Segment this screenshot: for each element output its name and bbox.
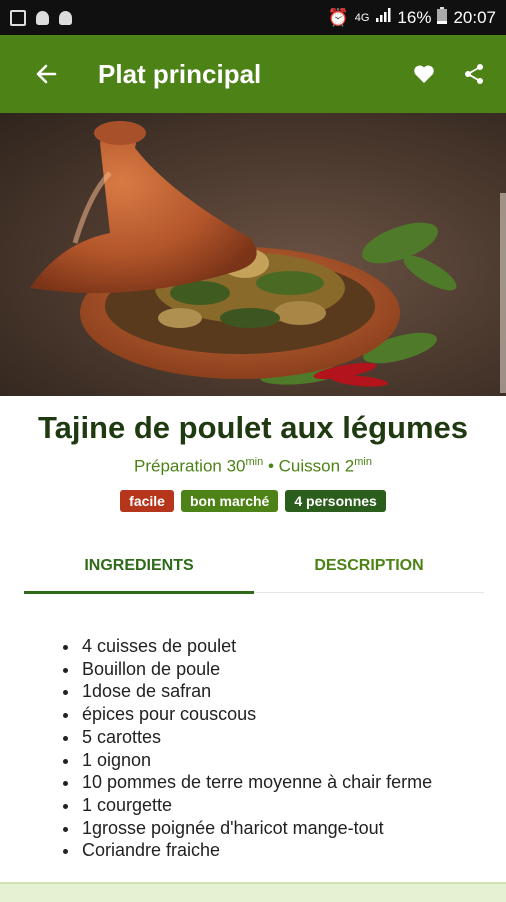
back-arrow-icon[interactable] bbox=[26, 54, 66, 94]
bottom-banner-strip bbox=[0, 882, 506, 902]
list-item: Bouillon de poule bbox=[80, 658, 432, 681]
ingredients-list: 4 cuisses de poulet Bouillon de poule 1d… bbox=[50, 635, 432, 862]
gallery-notification-icon bbox=[10, 9, 26, 26]
cook-time: Cuisson 2 bbox=[278, 456, 355, 476]
android-notification-icon-2 bbox=[59, 10, 72, 25]
clock: 20:07 bbox=[453, 7, 496, 27]
badge-servings: 4 personnes bbox=[285, 490, 386, 512]
list-item: 10 pommes de terre moyenne à chair ferme bbox=[80, 771, 432, 794]
badge-difficulty: facile bbox=[120, 490, 174, 512]
alarm-icon: ⏰ bbox=[327, 7, 349, 27]
list-item: 1grosse poignée d'haricot mange-tout bbox=[80, 817, 432, 840]
tab-bar: INGREDIENTS DESCRIPTION bbox=[24, 540, 484, 594]
favorite-heart-icon[interactable] bbox=[408, 58, 440, 90]
battery-icon bbox=[437, 6, 448, 29]
prep-unit: min bbox=[245, 456, 264, 468]
list-item: 1dose de safran bbox=[80, 680, 432, 703]
prep-time: Préparation 30 bbox=[133, 456, 246, 476]
android-notification-icon bbox=[36, 10, 49, 25]
list-item: épices pour couscous bbox=[80, 703, 432, 726]
list-item: 1 oignon bbox=[80, 749, 432, 772]
network-type: 4G bbox=[354, 11, 370, 24]
tab-description[interactable]: DESCRIPTION bbox=[254, 540, 484, 592]
cook-unit: min bbox=[354, 456, 372, 468]
list-item: Coriandre fraiche bbox=[80, 839, 432, 862]
timing-line: Préparation 30min • Cuisson 2min bbox=[0, 456, 506, 477]
badges-row: facile bon marché 4 personnes bbox=[0, 490, 506, 512]
recipe-title: Tajine de poulet aux légumes bbox=[37, 410, 469, 445]
share-icon[interactable] bbox=[458, 58, 490, 90]
list-item: 1 courgette bbox=[80, 794, 432, 817]
page-title: Plat principal bbox=[98, 58, 262, 89]
list-item: 5 carottes bbox=[80, 726, 432, 749]
status-bar: ⏰ 4G 16% 20:07 bbox=[0, 0, 506, 35]
tab-ingredients[interactable]: INGREDIENTS bbox=[24, 540, 254, 594]
separator: • bbox=[263, 456, 279, 476]
battery-percent: 16% bbox=[397, 7, 432, 27]
badge-cost: bon marché bbox=[180, 490, 279, 512]
recipe-photo bbox=[0, 113, 506, 396]
list-item: 4 cuisses de poulet bbox=[80, 635, 432, 658]
signal-icon bbox=[375, 7, 391, 28]
app-bar: Plat principal bbox=[0, 35, 506, 113]
